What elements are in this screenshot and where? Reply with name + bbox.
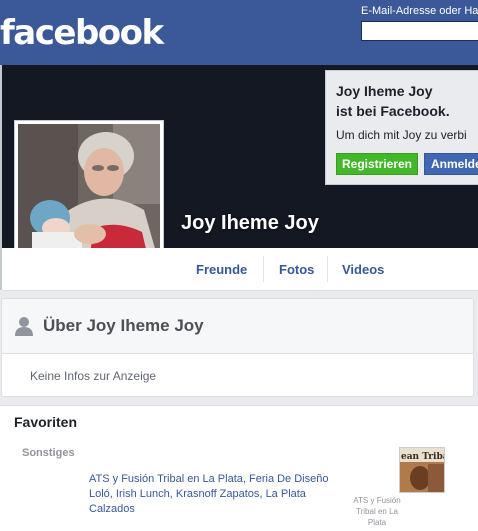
- profile-photo-image: [18, 124, 160, 266]
- about-section: Über Joy Iheme Joy Keine Infos zur Anzei…: [1, 298, 474, 397]
- tab-videos[interactable]: Videos: [342, 248, 384, 290]
- favorite-link[interactable]: Krasnoff Zapatos: [176, 488, 260, 500]
- favorites-title: Favoriten: [14, 414, 78, 430]
- signup-text: Um dich mit Joy zu verbi: [336, 128, 467, 142]
- about-empty-text: Keine Infos zur Anzeige: [30, 369, 157, 383]
- login-email-input[interactable]: [361, 21, 478, 41]
- tab-divider: [263, 256, 264, 282]
- favorite-link[interactable]: ATS y Fusión Tribal en La Plata: [89, 473, 243, 485]
- login-button[interactable]: Anmelde: [424, 153, 478, 175]
- favorite-link[interactable]: Irish Lunch: [116, 488, 170, 500]
- favorite-thumbnail-caption[interactable]: ATS y Fusión Tribal en La Plata: [352, 495, 402, 528]
- favorites-category: Sonstiges: [22, 447, 75, 459]
- tab-fotos[interactable]: Fotos: [279, 248, 314, 290]
- favorite-thumbnail[interactable]: ean Tribal: [399, 447, 445, 493]
- signup-box: Joy Iheme Joy ist bei Facebook. Um dich …: [325, 70, 478, 185]
- profile-name[interactable]: Joy Iheme Joy: [181, 212, 319, 235]
- favorites-section: Favoriten Sonstiges ATS y Fusión Tribal …: [0, 405, 478, 531]
- tab-divider: [327, 256, 328, 282]
- favorite-thumbnail-text: ean Tribal: [401, 452, 444, 462]
- facebook-logo[interactable]: facebook: [0, 13, 164, 53]
- tab-freunde[interactable]: Freunde: [196, 248, 247, 290]
- favorite-thumbnail-image: ean Tribal: [400, 448, 444, 492]
- about-header: Über Joy Iheme Joy: [2, 299, 473, 354]
- person-icon: [15, 317, 33, 336]
- login-email-label: E-Mail-Adresse oder Ha: [361, 5, 478, 17]
- about-title: Über Joy Iheme Joy: [43, 316, 204, 335]
- favorites-links: ATS y Fusión Tribal en La Plata, Feria D…: [89, 473, 329, 515]
- profile-tabs: Freunde Fotos Videos: [2, 248, 478, 291]
- signup-title: Joy Iheme Joy ist bei Facebook.: [336, 81, 450, 121]
- signup-title-subtitle: ist bei Facebook.: [336, 103, 450, 119]
- signup-title-name: Joy Iheme Joy: [336, 83, 433, 99]
- register-button[interactable]: Registrieren: [336, 153, 418, 175]
